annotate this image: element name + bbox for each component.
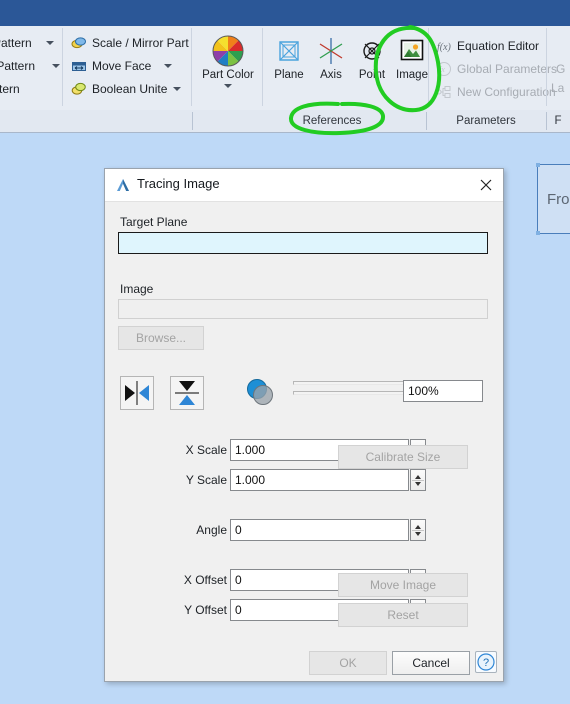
angle-field[interactable]: 0 [230,519,409,541]
browse-button[interactable]: Browse... [118,326,204,350]
target-plane-field[interactable] [118,232,488,254]
reset-button[interactable]: Reset [338,603,468,627]
image-label: Image [120,282,154,296]
stepper-up-icon[interactable] [415,475,421,479]
ribbon-separator [546,28,547,106]
y-scale-stepper[interactable] [410,469,426,491]
x-scale-label: X Scale [185,443,227,457]
svg-text:f(x): f(x) [437,42,452,53]
ribbon-separator [428,28,429,106]
alibre-a-icon [115,177,131,193]
ribbon-button-label: Part Color [202,69,254,81]
y-scale-label: Y Scale [185,473,227,487]
ribbon-separator [191,28,192,106]
angle-stepper[interactable] [410,519,426,541]
ribbon-item-label: G [556,62,566,76]
caption-separator [546,112,547,130]
y-scale-field[interactable]: 1.000 [230,469,409,491]
chevron-down-icon[interactable] [173,87,181,91]
ribbon-group-caption-parameters: Parameters [456,115,516,127]
move-image-button[interactable]: Move Image [338,573,468,597]
ribbon-item-label: New Configuration [457,85,556,99]
configuration-icon [436,84,452,100]
ribbon-item-label: La [551,81,565,95]
stepper-up-icon[interactable] [415,525,421,529]
ribbon-item-label: Global Parameters [457,62,558,76]
ribbon-item-label: Boolean Unite [92,82,168,96]
ribbon-item-label: Pattern [0,36,32,50]
dialog-title: Tracing Image [137,176,220,191]
dialog-titlebar: Tracing Image [105,169,503,202]
scale-mirror-icon [71,35,87,51]
y-offset-label: Y Offset [184,603,227,617]
flip-vertical-icon [171,381,203,412]
ok-button[interactable]: OK [309,651,387,675]
stepper-down-icon[interactable] [415,532,421,536]
window-titlebar [0,0,570,27]
tracing-image-dialog: Tracing Image Target Plane Image Browse.… [104,168,504,682]
ribbon-item-label: r Pattern [0,59,36,73]
chevron-down-icon[interactable] [46,41,54,45]
ribbon-item-label: Move Face [92,59,152,73]
stepper-divider [412,530,424,531]
chevron-down-icon[interactable] [164,64,172,68]
ribbon-button-plane[interactable]: Plane [265,34,313,82]
opacity-value-field[interactable]: 100% [403,380,483,402]
ribbon-button-part-color[interactable]: Part Color [200,34,256,88]
x-offset-label: X Offset [183,573,227,587]
tile-handle[interactable] [536,231,540,235]
svg-text:fx: fx [439,65,445,74]
stepper-divider [412,480,424,481]
plane-icon [265,34,313,68]
stepper-down-icon[interactable] [415,482,421,486]
calibrate-size-button[interactable]: Calibrate Size [338,445,468,469]
close-icon[interactable] [471,171,501,199]
help-button[interactable]: ? [475,651,497,673]
move-face-icon [71,58,87,74]
front-plane-tile[interactable]: Fro [536,163,570,235]
ribbon-item-label: attern [0,82,20,96]
ribbon-separator [262,28,263,106]
ribbon-separator [62,28,63,106]
target-plane-label: Target Plane [120,215,188,229]
tile-handle[interactable] [536,163,540,167]
boolean-unite-icon [71,81,87,97]
flip-horizontal-button[interactable] [120,376,154,410]
caption-separator [192,112,193,130]
fx-icon: f(x) [436,38,452,54]
flip-vertical-button[interactable] [170,376,204,410]
fx-icon: fx [436,61,452,77]
ribbon-item-label: Scale / Mirror Part [92,36,189,50]
app-window: Pattern r Pattern attern Scale / Mirror … [0,0,570,704]
ribbon-group-caption-clipped: F [554,115,562,127]
chevron-down-icon[interactable] [52,64,60,68]
image-path-field[interactable] [118,299,488,319]
ribbon-group-captions: References Parameters F [0,110,570,133]
transparency-icon [245,377,275,410]
ribbon-button-label: Plane [274,69,304,81]
ribbon-group-caption-references: References [302,115,362,127]
front-plane-tile-label: Fro [547,191,570,208]
flip-horizontal-icon [121,381,153,412]
svg-text:?: ? [483,657,489,669]
ribbon-item-label: Equation Editor [457,39,540,53]
chevron-down-icon[interactable] [224,84,232,88]
angle-label: Angle [196,523,227,537]
cancel-button[interactable]: Cancel [392,651,470,675]
color-wheel-icon [200,34,256,68]
ribbon: Pattern r Pattern attern Scale / Mirror … [0,26,570,111]
